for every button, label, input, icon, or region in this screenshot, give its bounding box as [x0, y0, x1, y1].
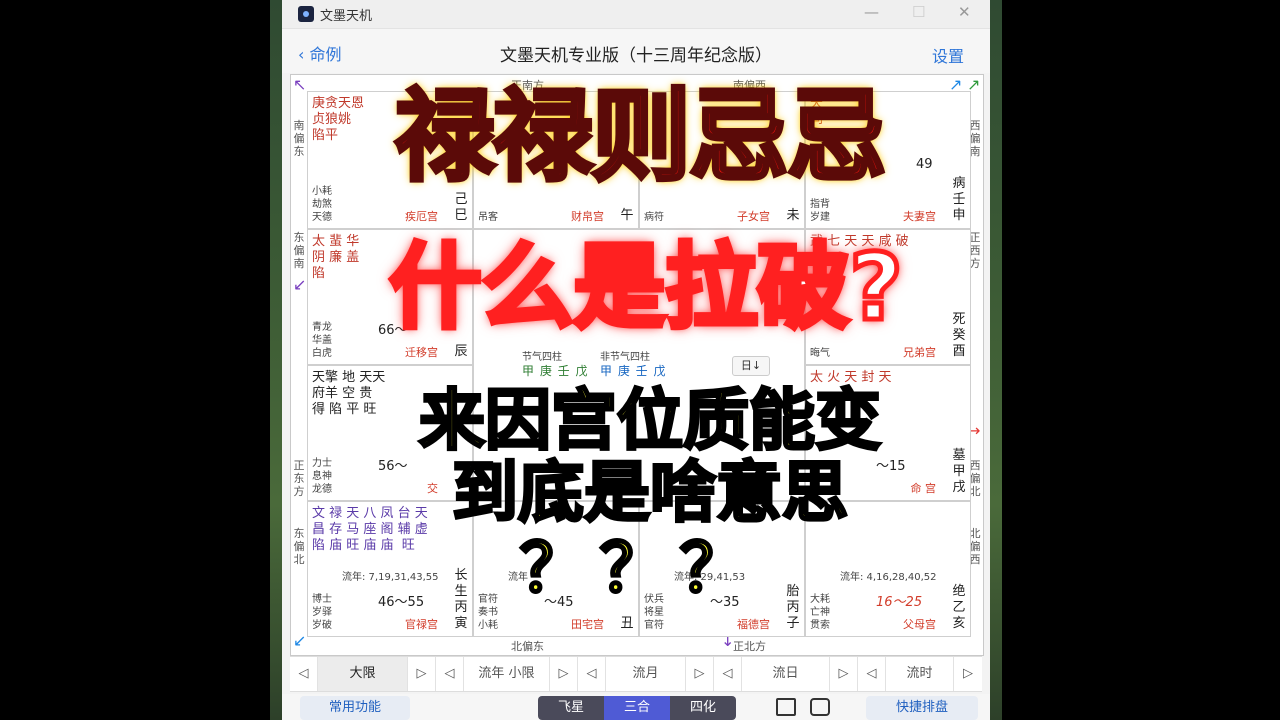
palace-flow-years: 流年: 7,19,31,43,55: [342, 572, 439, 583]
direction-left-bottom: 东偏北: [293, 527, 305, 566]
tab-hour[interactable]: 流时: [886, 657, 954, 691]
bottom-toolbar: 常用功能 飞星 三合 四化 快捷排盘: [282, 694, 990, 720]
palace-small-stars: 力士 息神 龙德: [312, 458, 332, 495]
time-scope-tabs: ◁ 大限 ▷ ◁ 流年 小限 ▷ ◁ 流月 ▷ ◁ 流日 ▷ ◁ 流时 ▷: [290, 656, 982, 692]
arrow-bottom-left-icon: ↙: [293, 631, 307, 650]
tab-next-button[interactable]: ▷: [830, 657, 858, 691]
overlay-caption-4: 到底是啥意思: [451, 454, 850, 531]
palace-branch: 长生丙寅: [454, 568, 468, 631]
palace-name: 财帛宫: [571, 210, 604, 223]
palace-flow-years: 流年: 4,16,28,40,52: [840, 572, 937, 583]
app-logo-icon: [298, 6, 314, 22]
palace-name: 兄弟宫: [903, 346, 936, 359]
direction-left-top: 南偏东: [293, 119, 305, 158]
overlay-caption-2: 什么是拉破?: [387, 234, 905, 341]
palace-small-stars: 指背 岁建: [810, 199, 830, 223]
palace-small-stars: 吊客: [478, 212, 498, 223]
palace-name: 子女宫: [737, 210, 770, 223]
arrow-left-icon: ↙: [293, 275, 307, 294]
arrow-top-left-icon: ↖: [293, 75, 307, 94]
palace-name: 福德宫: [737, 618, 770, 631]
title-bar: 文墨天机 — ☐ ✕: [282, 0, 990, 29]
page-title: 文墨天机专业版（十三周年纪念版）: [500, 46, 772, 66]
desktop-background-left: [270, 0, 282, 720]
palace-name: 夫妻宫: [903, 210, 936, 223]
direction-left-low: 正东方: [293, 459, 305, 498]
center-ganzhi-2: 甲 庚 壬 戊: [600, 364, 667, 378]
palace-name: 命 宫: [910, 482, 937, 495]
palace-decade: 46～55: [378, 595, 425, 610]
day-toggle-button[interactable]: 日↓: [732, 356, 770, 376]
palace-branch: 辰: [454, 344, 468, 359]
palace-branch: 病壬申: [952, 176, 966, 223]
minimize-button[interactable]: —: [864, 3, 879, 21]
direction-left-mid: 东偏南: [293, 231, 305, 270]
tab-prev-button[interactable]: ◁: [714, 657, 742, 691]
tab-prev-button[interactable]: ◁: [578, 657, 606, 691]
palace-name: 迁移宫: [405, 346, 438, 359]
tab-year[interactable]: 流年 小限: [464, 657, 550, 691]
palace-small-stars: 小耗 劫煞 天德: [312, 186, 332, 223]
tab-prev-button[interactable]: ◁: [436, 657, 464, 691]
palace-small-stars: 青龙 华盖 白虎: [312, 322, 332, 359]
save-icon[interactable]: [776, 698, 796, 716]
palace-decade: 16～25: [876, 595, 923, 610]
tab-next-button[interactable]: ▷: [954, 657, 982, 691]
palace-branch: 未: [786, 208, 800, 223]
tab-prev-button[interactable]: ◁: [290, 657, 318, 691]
print-icon[interactable]: [810, 698, 830, 716]
palace-branch: 墓甲戌: [952, 448, 966, 495]
tab-month[interactable]: 流月: [606, 657, 686, 691]
palace-branch: 己巳: [454, 192, 468, 223]
palace-name: 疾厄宫: [405, 210, 438, 223]
window-title: 文墨天机: [320, 9, 373, 24]
palace-stars: 庚贪天恩 贞狼姚 陷平: [312, 96, 365, 143]
direction-bottom-center: 北偏东: [511, 640, 544, 653]
palace-small-stars: 博士 岁驿 岁破: [312, 594, 332, 631]
overlay-caption-5: ？？？: [519, 530, 760, 607]
flying-star-button[interactable]: 飞星: [538, 696, 604, 720]
center-pillars2-label: 非节气四柱: [600, 352, 650, 363]
tab-day[interactable]: 流日: [742, 657, 830, 691]
palace-small-stars: 晦气: [810, 348, 830, 359]
three-harmony-button[interactable]: 三合: [604, 696, 670, 720]
palace-name: 父母宫: [903, 618, 936, 631]
center-pillars-label: 节气四柱: [522, 352, 562, 363]
palace-name: 官禄宫: [405, 618, 438, 631]
palace-small-stars: 大耗 亡神 贯索: [810, 594, 830, 631]
tab-next-button[interactable]: ▷: [408, 657, 436, 691]
tab-prev-button[interactable]: ◁: [858, 657, 886, 691]
palace-branch: 午: [620, 208, 634, 223]
overlay-caption-3: 来因宫位质能变: [418, 382, 883, 459]
center-ganzhi-1: 甲 庚 壬 戊: [522, 364, 589, 378]
overlay-caption-1: 禄禄则忌忌: [393, 78, 889, 195]
palace-small-stars: 病符: [644, 212, 664, 223]
palace-small-stars: 官符 奏书 小耗: [478, 594, 498, 631]
tab-next-button[interactable]: ▷: [550, 657, 578, 691]
four-transform-button[interactable]: 四化: [670, 696, 736, 720]
tab-decade[interactable]: 大限: [318, 657, 408, 691]
close-button[interactable]: ✕: [958, 3, 971, 21]
nav-bar: ‹ 命例 文墨天机专业版（十三周年纪念版） 设置: [282, 29, 990, 73]
palace-branch: 丑: [620, 616, 634, 631]
palace-branch: 胎丙子: [786, 584, 800, 631]
direction-bottom-right: 正北方: [733, 640, 766, 653]
desktop-background-right: [990, 0, 1002, 720]
quick-chart-button[interactable]: 快捷排盘: [866, 696, 978, 720]
palace-branch: 绝乙亥: [952, 584, 966, 631]
palace-name: 田宅宫: [571, 618, 604, 631]
maximize-button[interactable]: ☐: [912, 3, 925, 21]
common-functions-button[interactable]: 常用功能: [300, 696, 410, 720]
tab-next-button[interactable]: ▷: [686, 657, 714, 691]
settings-button[interactable]: 设置: [932, 43, 964, 67]
